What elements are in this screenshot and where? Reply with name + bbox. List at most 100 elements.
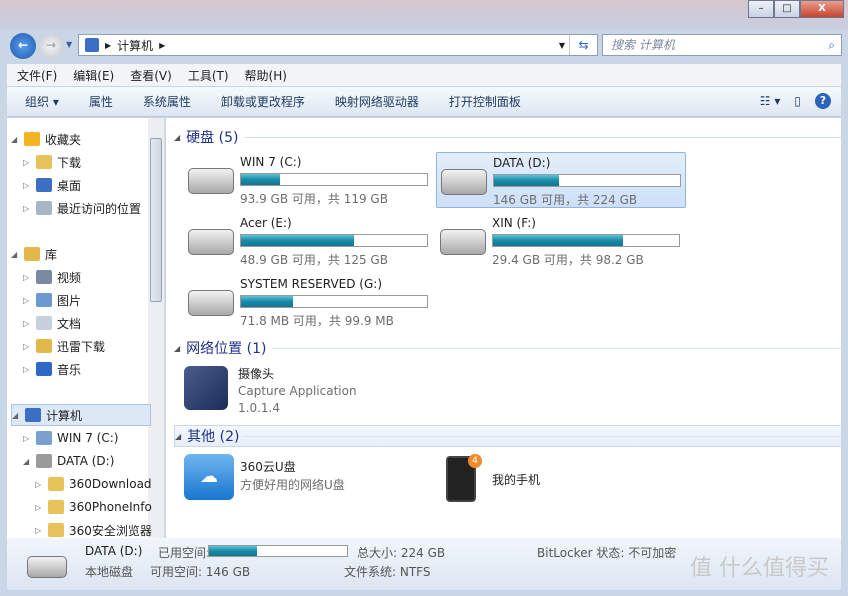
camera-icon: [184, 366, 228, 410]
expand-arrow-icon[interactable]: ▷: [23, 204, 31, 213]
nav-item[interactable]: ◢ 收藏夹: [11, 128, 81, 150]
nav-item[interactable]: ▷ 迅雷下载: [23, 335, 105, 357]
open-control-panel-button[interactable]: 打开控制面板: [449, 93, 521, 110]
picture-library-icon: [36, 293, 52, 307]
address-bar[interactable]: ▶ 计算机 ▶ ▼ ⇆: [78, 34, 598, 56]
close-button[interactable]: X: [800, 0, 844, 18]
nav-item-label: 收藏夹: [45, 132, 82, 147]
uninstall-program-button[interactable]: 卸载或更改程序: [221, 93, 305, 110]
drive-space-info: 71.8 MB 可用，共 99.9 MB: [240, 314, 394, 328]
expand-arrow-icon[interactable]: ▷: [35, 526, 43, 535]
address-dropdown-icon[interactable]: ▼: [559, 41, 565, 50]
drive-item[interactable]: Acer (E:) 48.9 GB 可用，共 125 GB: [184, 213, 434, 269]
star-icon: [24, 132, 40, 146]
nav-item[interactable]: ▷ 360安全浏览器: [35, 519, 152, 538]
drive-space-info: 93.9 GB 可用，共 119 GB: [240, 192, 388, 206]
nav-item[interactable]: ▷ 最近访问的位置: [23, 197, 141, 219]
help-icon[interactable]: ?: [815, 93, 831, 109]
preview-pane-icon[interactable]: ▯: [794, 94, 801, 108]
breadcrumb-arrow-icon[interactable]: ▶: [105, 41, 111, 50]
nav-item[interactable]: ▷ 桌面: [23, 174, 81, 196]
expand-arrow-icon[interactable]: ▷: [23, 319, 31, 328]
expand-arrow-icon[interactable]: ▷: [23, 181, 31, 190]
drive-item[interactable]: SYSTEM RESERVED (G:) 71.8 MB 可用，共 99.9 MB: [184, 274, 434, 330]
breadcrumb-arrow-icon[interactable]: ▶: [159, 41, 165, 50]
expand-arrow-icon[interactable]: ▷: [23, 273, 31, 282]
search-icon[interactable]: ⌕: [828, 35, 835, 55]
item-name: 摄像头: [238, 367, 275, 381]
group-hard-drives[interactable]: ◢ 硬盘 (5): [174, 126, 842, 148]
nav-item[interactable]: ▷ 360Download: [35, 473, 152, 495]
view-options-icon[interactable]: ☷ ▾: [760, 94, 781, 108]
content-pane: ◢ 硬盘 (5) WIN 7 (C:) 93.9 GB 可用，共 119 GB DAT…: [166, 118, 842, 538]
other-item-my-phone[interactable]: 4 我的手机: [446, 454, 646, 504]
folder-icon: [48, 477, 64, 491]
expand-arrow-icon[interactable]: ▷: [23, 434, 31, 443]
expand-arrow-icon[interactable]: ▷: [23, 342, 31, 351]
nav-item[interactable]: ▷ 文档: [23, 312, 81, 334]
nav-item[interactable]: ◢ DATA (D:): [23, 450, 114, 472]
drive-name: Acer (E:): [240, 216, 292, 230]
breadcrumb-computer[interactable]: 计算机: [117, 37, 153, 54]
nav-item[interactable]: ▷ 视频: [23, 266, 81, 288]
system-properties-button[interactable]: 系统属性: [143, 93, 191, 110]
menu-tools[interactable]: 工具(T): [188, 67, 229, 84]
expand-arrow-icon[interactable]: ▷: [35, 503, 43, 512]
expand-arrow-icon[interactable]: ▷: [23, 365, 31, 374]
nav-item[interactable]: ▷ WIN 7 (C:): [23, 427, 118, 449]
drive-item[interactable]: WIN 7 (C:) 93.9 GB 可用，共 119 GB: [184, 152, 434, 208]
collapse-arrow-icon[interactable]: ◢: [23, 457, 31, 466]
cloud-drive-icon: ☁: [184, 454, 234, 500]
nav-item[interactable]: ▷ 音乐: [23, 358, 81, 380]
properties-button[interactable]: 属性: [89, 93, 113, 110]
history-dropdown[interactable]: ▼: [66, 40, 72, 49]
status-drive-type: 本地磁盘: [85, 565, 134, 579]
desktop-icon: [36, 178, 52, 192]
nav-item[interactable]: ▷ 360PhoneInfo: [35, 496, 152, 518]
menu-edit[interactable]: 编辑(E): [73, 67, 114, 84]
back-button[interactable]: ←: [10, 33, 36, 59]
folder-icon: [48, 523, 64, 537]
drive-space-info: 29.4 GB 可用，共 98.2 GB: [492, 253, 644, 267]
search-input[interactable]: 搜索 计算机 ⌕: [602, 34, 842, 56]
collapse-arrow-icon[interactable]: ◢: [11, 250, 19, 259]
status-used-label: 已用空间:: [158, 546, 211, 560]
nav-item-label: 音乐: [57, 362, 82, 377]
drive-space-info: 146 GB 可用，共 224 GB: [493, 193, 638, 207]
drive-usage-fill: [241, 174, 281, 185]
nav-item-label: 下载: [57, 155, 82, 170]
drive-name: XIN (F:): [492, 216, 536, 230]
expand-arrow-icon[interactable]: ▷: [23, 296, 31, 305]
refresh-icon[interactable]: ⇆: [569, 35, 597, 55]
collapse-arrow-icon[interactable]: ◢: [12, 411, 20, 420]
expand-arrow-icon[interactable]: ▷: [23, 158, 31, 167]
menu-view[interactable]: 查看(V): [130, 67, 172, 84]
scrollbar-thumb[interactable]: [150, 138, 162, 302]
nav-item[interactable]: ◢ 计算机: [11, 404, 151, 426]
minimize-button[interactable]: –: [748, 0, 774, 18]
other-item-360-cloud[interactable]: ☁ 360云U盘 方便好用的网络U盘: [184, 454, 424, 504]
drive-item[interactable]: DATA (D:) 146 GB 可用，共 224 GB: [436, 152, 686, 208]
drive-item[interactable]: XIN (F:) 29.4 GB 可用，共 98.2 GB: [436, 213, 686, 269]
maximize-button[interactable]: □: [774, 0, 800, 18]
organize-button[interactable]: 组织 ▾: [25, 93, 59, 110]
item-name: 我的手机: [492, 472, 541, 487]
nav-item[interactable]: ▷ 图片: [23, 289, 81, 311]
status-drive-name: DATA (D:): [85, 544, 143, 558]
forward-button[interactable]: →: [38, 33, 64, 59]
menu-bar: 文件(F) 编辑(E) 查看(V) 工具(T) 帮助(H): [7, 64, 841, 86]
menu-help[interactable]: 帮助(H): [245, 67, 287, 84]
collapse-arrow-icon[interactable]: ◢: [11, 135, 19, 144]
item-desc: 方便好用的网络U盘: [240, 478, 345, 492]
expand-arrow-icon[interactable]: ▷: [35, 480, 43, 489]
item-name: 360云U盘: [240, 460, 296, 474]
group-network[interactable]: ◢ 网络位置 (1): [174, 337, 842, 359]
drive-usage-fill: [241, 296, 294, 307]
nav-item[interactable]: ◢ 库: [11, 243, 57, 265]
status-used-bar: [208, 545, 348, 557]
map-network-drive-button[interactable]: 映射网络驱动器: [335, 93, 419, 110]
network-item-camera[interactable]: 摄像头 Capture Application 1.0.1.4: [184, 366, 444, 418]
menu-file[interactable]: 文件(F): [17, 67, 57, 84]
group-other[interactable]: ◢ 其他 (2): [174, 425, 842, 447]
nav-item[interactable]: ▷ 下载: [23, 151, 81, 173]
